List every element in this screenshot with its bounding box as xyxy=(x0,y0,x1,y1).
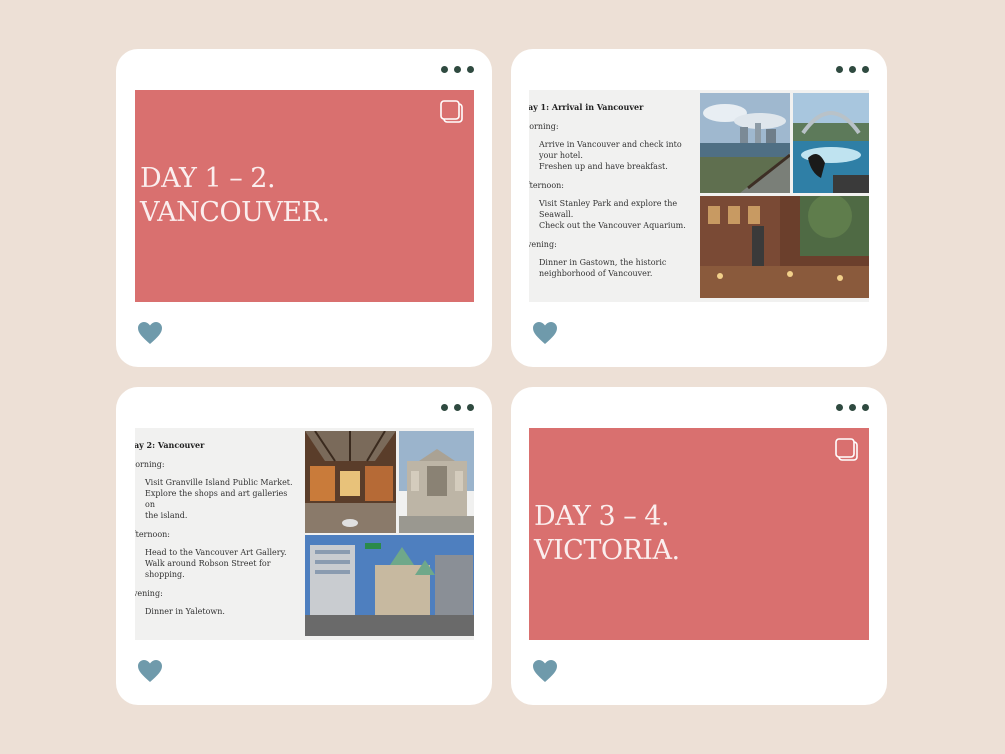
post-card-day2-itinerary: Day 2: Vancouver Morning: Visit Granvill… xyxy=(116,387,492,705)
itinerary-text: Day 2: Vancouver Morning: Visit Granvill… xyxy=(135,440,297,625)
slide-image[interactable]: DAY 3 – 4. VICTORIA. xyxy=(529,428,869,640)
more-options-button[interactable] xyxy=(836,404,869,411)
section-label: Evening: xyxy=(529,240,557,249)
more-options-button[interactable] xyxy=(836,66,869,73)
activity-line: Visit Stanley Park and explore the xyxy=(539,199,678,208)
activity-line: Dinner in Gastown, the historic xyxy=(539,258,667,267)
title-line: DAY 1 – 2. xyxy=(140,163,276,194)
dot-icon xyxy=(862,404,869,411)
more-options-button[interactable] xyxy=(441,404,474,411)
title-line: VICTORIA. xyxy=(534,535,680,566)
slide-title: DAY 1 – 2. VANCOUVER. xyxy=(140,162,330,230)
post-card-day1-itinerary: Day 1: Arrival in Vancouver Morning: Arr… xyxy=(511,49,887,367)
section-label: Afternoon: xyxy=(135,530,171,539)
slide-image[interactable]: Day 1: Arrival in Vancouver Morning: Arr… xyxy=(529,90,869,302)
slide-image[interactable]: DAY 1 – 2. VANCOUVER. xyxy=(135,90,474,302)
dot-icon xyxy=(836,66,843,73)
photo-robson-street xyxy=(305,535,474,636)
heart-icon[interactable] xyxy=(137,321,163,345)
slide-image[interactable]: Day 2: Vancouver Morning: Visit Granvill… xyxy=(135,428,474,640)
dot-icon xyxy=(441,404,448,411)
photo-art-gallery xyxy=(399,431,474,533)
dot-icon xyxy=(454,404,461,411)
photo-granville-market xyxy=(305,431,396,533)
heart-icon[interactable] xyxy=(532,321,558,345)
section-label: Morning: xyxy=(529,122,559,131)
dot-icon xyxy=(849,66,856,73)
activity-line: Freshen up and have breakfast. xyxy=(539,162,668,171)
dot-icon xyxy=(836,404,843,411)
activity-line: Seawall. xyxy=(539,210,574,219)
activity-line: Check out the Vancouver Aquarium. xyxy=(539,221,686,230)
dot-icon xyxy=(467,404,474,411)
activity-line: Explore the shops and art galleries on xyxy=(145,489,288,509)
photo-harbor xyxy=(700,93,790,193)
photo-gastown xyxy=(700,196,869,298)
dot-icon xyxy=(454,66,461,73)
dot-icon xyxy=(467,66,474,73)
itinerary-heading: Day 1: Arrival in Vancouver xyxy=(529,102,644,112)
itinerary-text: Day 1: Arrival in Vancouver Morning: Arr… xyxy=(529,102,691,287)
more-options-button[interactable] xyxy=(441,66,474,73)
photo-aquarium xyxy=(793,93,869,193)
multiple-pages-icon xyxy=(440,100,463,123)
title-line: VANCOUVER. xyxy=(140,197,330,228)
activity-line: Walk around Robson Street for xyxy=(145,559,271,568)
activity-line: shopping. xyxy=(145,570,185,579)
post-card-day3-4: DAY 3 – 4. VICTORIA. xyxy=(511,387,887,705)
activity-line: neighborhood of Vancouver. xyxy=(539,269,653,278)
title-line: DAY 3 – 4. xyxy=(534,501,670,532)
dot-icon xyxy=(849,404,856,411)
activity-line: Head to the Vancouver Art Gallery. xyxy=(145,548,287,557)
dot-icon xyxy=(441,66,448,73)
dot-icon xyxy=(862,66,869,73)
section-label: Morning: xyxy=(135,460,165,469)
activity-line: Arrive in Vancouver and check into xyxy=(539,140,682,149)
activity-line: Dinner in Yaletown. xyxy=(145,607,225,616)
slide-title: DAY 3 – 4. VICTORIA. xyxy=(534,500,680,568)
itinerary-heading: Day 2: Vancouver xyxy=(135,440,205,450)
post-card-day1-2: DAY 1 – 2. VANCOUVER. xyxy=(116,49,492,367)
section-label: Evening: xyxy=(135,589,163,598)
heart-icon[interactable] xyxy=(532,659,558,683)
heart-icon[interactable] xyxy=(137,659,163,683)
activity-line: the island. xyxy=(145,511,188,520)
section-label: Afternoon: xyxy=(529,181,565,190)
activity-line: Visit Granville Island Public Market. xyxy=(145,478,293,487)
multiple-pages-icon xyxy=(835,438,858,461)
activity-line: your hotel. xyxy=(539,151,583,160)
